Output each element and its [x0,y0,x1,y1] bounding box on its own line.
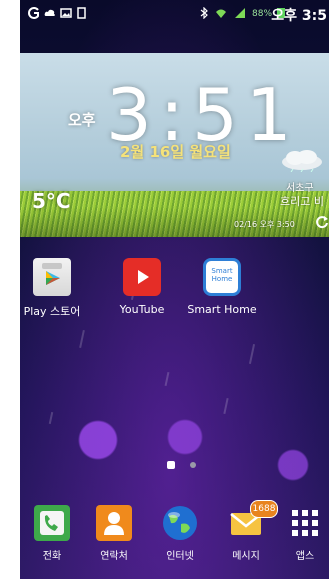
dock-contacts[interactable]: 연락처 [87,505,141,562]
page-indicator-inactive[interactable] [190,462,196,468]
weather-clock-widget[interactable]: 오후 3:51 2월 16일 월요일 5°C 서초구 흐리고 비 02/16 오… [20,53,329,237]
play-store-icon [33,258,71,296]
widget-updated: 02/16 오후 3:50 [234,220,295,229]
notification-icon [77,7,86,19]
dock-label: 메시지 [232,551,260,562]
dock-label: 앱스 [295,551,315,562]
signal-icon [235,8,245,18]
app-smart-home[interactable]: Smart Home Smart Home [186,258,258,316]
wallpaper-streak [248,344,256,364]
smart-home-icon: Smart Home [203,258,241,296]
youtube-icon [123,258,161,296]
widget-date: 2월 16일 월요일 [120,143,231,161]
phone-icon [34,505,70,541]
dock-apps[interactable]: 앱스 [278,505,329,562]
page-indicator-active[interactable] [167,461,175,469]
bluetooth-icon [200,7,208,19]
g-icon [28,7,39,19]
rain-cloud-icon [282,150,322,172]
app-youtube[interactable]: YouTube [110,258,174,316]
battery-percent: 88% [252,9,273,19]
wifi-icon [216,9,226,18]
contacts-icon [96,505,132,541]
apps-grid-icon [287,505,323,541]
dock-label: 연락처 [100,551,128,562]
dock-label: 인터넷 [166,551,194,562]
app-label: Play 스토어 [23,305,81,318]
image-icon [60,8,72,18]
wallpaper-streak [79,329,85,349]
status-clock: 오후 3:5 [271,8,327,24]
home-screen: 88% 오후 3:5 오후 3:51 2월 16일 월요일 5°C 서초구 흐리… [20,0,329,579]
globe-icon [162,505,198,541]
wallpaper-streak [223,397,229,415]
wallpaper-streak [48,411,54,425]
message-badge: 1688 [250,500,278,518]
widget-condition: 흐리고 비 [280,195,324,208]
app-label: YouTube [119,303,165,316]
refresh-icon[interactable] [315,215,329,229]
smart-home-icon-text: Smart Home [211,267,233,283]
status-bar[interactable]: 88% 오후 3:5 [20,0,329,28]
dock-internet[interactable]: 인터넷 [153,505,207,562]
dock-phone[interactable]: 전화 [25,505,79,562]
widget-location: 서초구 [286,183,314,194]
widget-ampm: 오후 [68,111,96,129]
app-label: Smart Home [187,303,257,316]
dock-label: 전화 [42,551,62,562]
wallpaper-streak [164,371,170,387]
cloud-icon [44,9,55,16]
widget-temperature: 5°C [32,189,71,213]
app-play-store[interactable]: Play 스토어 [20,258,84,319]
